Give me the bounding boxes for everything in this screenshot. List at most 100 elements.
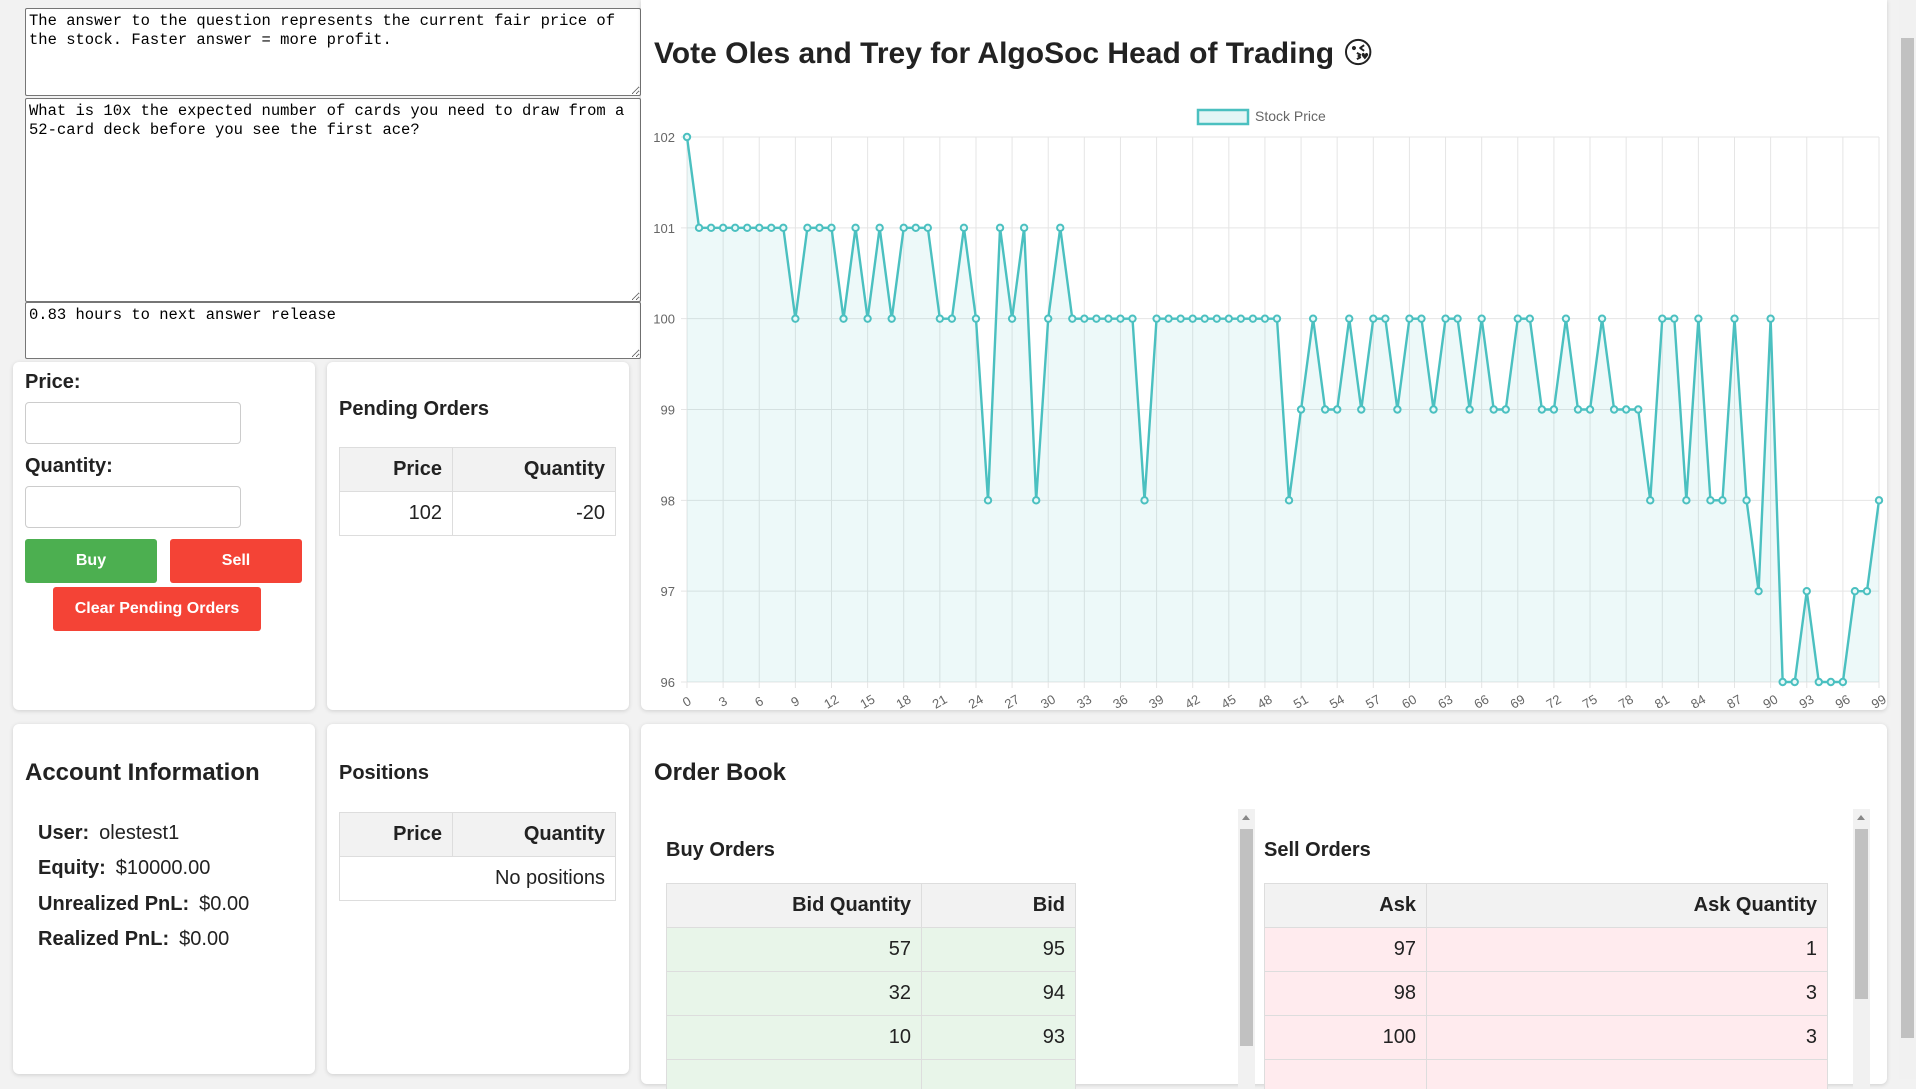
table-row[interactable]: 57 95 <box>667 928 1076 972</box>
price-data-point <box>864 315 870 321</box>
positions-table: Price Quantity No positions <box>339 812 616 901</box>
price-data-point <box>1117 315 1123 321</box>
y-tick-label: 98 <box>661 493 675 508</box>
price-data-point <box>1009 315 1015 321</box>
page-scrollbar[interactable] <box>1899 0 1916 1079</box>
table-row[interactable]: 102 -20 <box>340 492 616 536</box>
ask-cell: 100 <box>1265 1016 1427 1060</box>
price-input[interactable] <box>25 402 241 444</box>
price-data-point <box>1081 315 1087 321</box>
x-tick-label: 54 <box>1327 691 1347 710</box>
price-data-point <box>708 225 714 231</box>
x-tick-label: 18 <box>893 691 913 710</box>
price-data-point <box>804 225 810 231</box>
price-data-point <box>1611 406 1617 412</box>
pending-orders-table: Price Quantity 102 -20 <box>339 447 616 536</box>
buy-orders-scrollbar-thumb[interactable] <box>1240 829 1253 1046</box>
y-tick-label: 101 <box>653 221 675 236</box>
x-tick-label: 90 <box>1760 691 1780 710</box>
legend-swatch <box>1198 110 1248 124</box>
price-data-point <box>828 225 834 231</box>
x-tick-label: 0 <box>680 693 694 710</box>
price-data-point <box>1442 315 1448 321</box>
price-data-point <box>901 225 907 231</box>
price-data-point <box>876 225 882 231</box>
sell-button[interactable]: Sell <box>170 539 302 583</box>
x-tick-label: 27 <box>1002 691 1022 710</box>
ask-quantity-cell: 1 <box>1427 928 1828 972</box>
price-data-point <box>1683 497 1689 503</box>
price-data-point <box>1792 679 1798 685</box>
price-data-point <box>1394 406 1400 412</box>
table-row[interactable]: 98 3 <box>1265 972 1828 1016</box>
ask-cell: 97 <box>1265 928 1427 972</box>
buy-orders-panel[interactable]: Buy Orders Bid Quantity Bid 57 95 32 94 … <box>654 809 1255 1089</box>
unrealized-pnl-value: $0.00 <box>199 893 249 915</box>
price-data-point <box>1587 406 1593 412</box>
user-value: olestest1 <box>99 822 179 844</box>
price-data-point <box>1045 315 1051 321</box>
price-data-point <box>1141 497 1147 503</box>
x-tick-label: 45 <box>1219 691 1239 710</box>
price-data-point <box>1635 406 1641 412</box>
bid-quantity-cell: 32 <box>667 972 922 1016</box>
table-row[interactable] <box>1265 1060 1828 1089</box>
scroll-up-arrow-icon[interactable] <box>1242 815 1250 820</box>
price-data-point <box>997 225 1003 231</box>
quantity-input[interactable] <box>25 486 241 528</box>
bid-header: Bid <box>922 884 1076 928</box>
price-data-point <box>1816 679 1822 685</box>
price-data-point <box>1767 315 1773 321</box>
sell-orders-scrollbar-thumb[interactable] <box>1855 829 1868 999</box>
buy-orders-scrollbar[interactable] <box>1238 809 1255 1089</box>
user-label: User: <box>38 822 89 844</box>
price-data-point <box>1539 406 1545 412</box>
price-data-point <box>1466 406 1472 412</box>
price-data-point <box>1165 315 1171 321</box>
x-tick-label: 96 <box>1833 691 1853 710</box>
table-row[interactable]: 97 1 <box>1265 928 1828 972</box>
answer-timer-text[interactable] <box>25 302 641 359</box>
price-data-point <box>985 497 991 503</box>
price-data-point <box>1563 315 1569 321</box>
price-data-point <box>1274 315 1280 321</box>
table-row[interactable]: 100 3 <box>1265 1016 1828 1060</box>
pending-order-price: 102 <box>340 492 453 536</box>
sell-orders-title: Sell Orders <box>1264 839 1371 862</box>
realized-pnl-value: $0.00 <box>179 928 229 950</box>
table-row[interactable] <box>667 1060 1076 1089</box>
table-row[interactable]: 10 93 <box>667 1016 1076 1060</box>
pending-orders-title: Pending Orders <box>339 398 489 421</box>
unrealized-pnl-label: Unrealized PnL: <box>38 893 189 915</box>
price-data-point <box>1695 315 1701 321</box>
positions-price-header: Price <box>340 813 453 857</box>
price-data-point <box>720 225 726 231</box>
fair-price-info-text[interactable] <box>25 8 641 96</box>
price-data-point <box>1286 497 1292 503</box>
bid-quantity-cell: 10 <box>667 1016 922 1060</box>
price-data-point <box>1057 225 1063 231</box>
positions-quantity-header: Quantity <box>453 813 616 857</box>
price-data-point <box>1202 315 1208 321</box>
sell-orders-panel[interactable]: Sell Orders Ask Ask Quantity 97 1 98 3 1… <box>1264 809 1874 1089</box>
buy-button[interactable]: Buy <box>25 539 157 583</box>
sell-orders-scrollbar[interactable] <box>1853 809 1870 1089</box>
pending-price-header: Price <box>340 448 453 492</box>
price-data-point <box>1491 406 1497 412</box>
ask-quantity-header: Ask Quantity <box>1427 884 1828 928</box>
price-data-point <box>1840 679 1846 685</box>
table-row[interactable]: 32 94 <box>667 972 1076 1016</box>
x-tick-label: 78 <box>1616 691 1636 710</box>
question-text[interactable] <box>25 98 641 302</box>
clear-pending-orders-button[interactable]: Clear Pending Orders <box>53 587 261 631</box>
price-data-point <box>888 315 894 321</box>
price-label: Price: <box>25 371 81 394</box>
y-tick-label: 97 <box>661 584 675 599</box>
account-info-card: Account Information User:olestest1 Equit… <box>13 724 315 1074</box>
price-data-point <box>1153 315 1159 321</box>
scroll-up-arrow-icon[interactable] <box>1857 815 1865 820</box>
x-tick-label: 57 <box>1363 691 1383 710</box>
ask-quantity-cell: 3 <box>1427 1016 1828 1060</box>
page-scrollbar-thumb[interactable] <box>1901 38 1914 1038</box>
price-data-point <box>1454 315 1460 321</box>
